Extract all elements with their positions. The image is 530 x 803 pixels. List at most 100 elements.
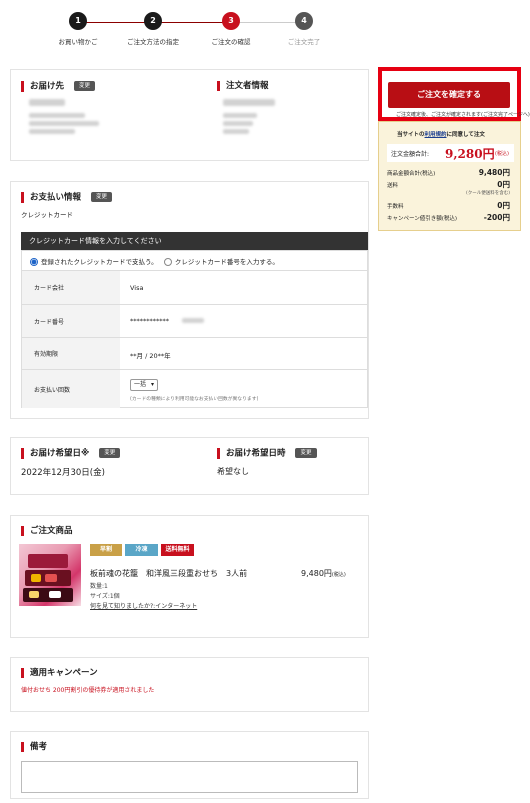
subtotal-value: 9,480円	[478, 168, 510, 177]
payment-method: クレジットカード	[21, 211, 73, 219]
campaign-panel: 適用キャンペーン 値付おせち 200円割引の優待券が適用されました	[10, 657, 369, 712]
change-delivery-time-button[interactable]: 変更	[295, 448, 317, 458]
product-quantity: 数量:1	[90, 583, 108, 590]
cc-row-company: カード会社 Visa	[22, 270, 367, 304]
discount-value: -200円	[483, 213, 510, 222]
step-number: 4	[295, 12, 313, 30]
terms-agreement: 当サイトの利用規約に同意して注文	[397, 132, 485, 138]
installments-select[interactable]: 一括 ▾	[130, 379, 158, 391]
redacted-name	[29, 99, 65, 106]
fee-value: 0円	[497, 201, 510, 210]
radio-registered-card[interactable]	[30, 258, 38, 266]
step-label: お買い物かご	[58, 38, 98, 46]
delivery-time-value: 希望なし	[217, 467, 249, 476]
fee-label: 手数料	[387, 204, 404, 210]
checkout-stepper: 1 お買い物かご 2 ご注文方法の指定 3 ご注文の確認 4 ご注文完了	[58, 12, 348, 50]
products-title: ご注文商品	[21, 526, 73, 536]
step-order-confirm: 3 ご注文の確認	[191, 12, 271, 46]
order-summary: 当サイトの利用規約に同意して注文 注文金額合計: 9,280円 (税込) 商品金…	[378, 121, 521, 231]
cc-expiry-label: 有効期限	[22, 338, 120, 369]
step-number: 1	[69, 12, 87, 30]
cc-expiry-value: **月 / 20**年	[130, 352, 171, 360]
product-size: サイズ:1個	[90, 593, 120, 600]
subtotal-label: 商品金額合計(税込)	[387, 171, 436, 177]
campaign-text: 値付おせち 200円割引の優待券が適用されました	[21, 687, 155, 694]
badge-frozen: 冷凍	[125, 544, 158, 556]
radio-new-label: クレジットカード番号を入力する。	[174, 258, 279, 266]
discount-label: キャンペーン値引き額(税込)	[387, 216, 458, 222]
step-cart: 1 お買い物かご	[38, 12, 118, 46]
redacted-address	[223, 113, 257, 118]
chevron-down-icon: ▾	[150, 381, 154, 388]
redacted-phone	[223, 129, 249, 134]
cc-header: クレジットカード情報を入力してください	[21, 232, 368, 250]
payment-panel: お支払い情報 変更 クレジットカード クレジットカード情報を入力してください 登…	[10, 181, 369, 419]
installments-note: (カードの種類により利用可能なお支払い回数が異なります)	[130, 397, 259, 402]
memo-panel: 備考	[10, 731, 369, 799]
step-order-method: 2 ご注文方法の指定	[113, 12, 193, 46]
delivery-title: お届け先	[30, 81, 65, 92]
shipping-label: 送料	[387, 183, 399, 189]
redacted-address	[29, 113, 85, 118]
radio-registered-label: 登録されたクレジットカードで支払う。	[41, 258, 158, 266]
step-number: 3	[222, 12, 240, 30]
delivery-panel: お届け先 変更 注文者情報	[10, 69, 369, 161]
memo-textarea[interactable]	[21, 761, 358, 793]
badge-early: 早割	[90, 544, 122, 556]
redacted-phone	[29, 129, 75, 134]
shipping-note: (クール便送料を含む)	[465, 191, 510, 196]
cc-number-value: ************	[130, 317, 169, 325]
terms-link[interactable]: 利用規約	[425, 132, 447, 138]
cc-installments-label: お支払い回数	[22, 370, 120, 408]
step-label: ご注文完了	[287, 38, 321, 46]
cc-form: 登録されたクレジットカードで支払う。 クレジットカード番号を入力する。 カード会…	[21, 250, 368, 408]
section-title: お届け希望日※ 変更	[21, 448, 121, 459]
survey-link[interactable]: 何を見て知りましたか?:インターネット	[90, 601, 197, 610]
product-image[interactable]	[19, 544, 81, 606]
section-title: お届け希望日時 変更	[217, 448, 317, 459]
confirm-subtext: ご注文確定後、ご注文が確定されます(ご注文完了ページへ)	[396, 112, 530, 118]
change-delivery-date-button[interactable]: 変更	[99, 448, 121, 458]
step-order-complete: 4 ご注文完了	[264, 12, 344, 46]
installments-value: 一括	[134, 381, 147, 388]
radio-new-card[interactable]	[163, 258, 172, 266]
delivery-date-panel: お届け希望日※ 変更 2022年12月30日(金) お届け希望日時 変更 希望な…	[10, 437, 369, 495]
shipping-value: 0円	[497, 180, 510, 189]
product-name[interactable]: 板前魂の花籠 和洋風三段重おせち 3人前	[90, 568, 247, 579]
cc-option-group: 登録されたクレジットカードで支払う。 クレジットカード番号を入力する。	[30, 256, 279, 266]
redacted-address	[223, 121, 253, 126]
change-payment-button[interactable]: 変更	[90, 192, 112, 202]
campaign-title: 適用キャンペーン	[21, 668, 98, 678]
cc-company-value: Visa	[130, 284, 144, 292]
badge-free-shipping: 送料無料	[161, 544, 194, 556]
products-panel: ご注文商品 早割 冷凍 送料無料 板前魂の花籠 和洋風三段重おせち 3人前 9,…	[10, 515, 369, 638]
product-price-tax: (税込)	[331, 572, 346, 578]
redacted-address	[29, 121, 99, 126]
confirm-order-button[interactable]: ご注文を確定する	[388, 82, 510, 108]
cc-row-number: カード番号 ************	[22, 304, 367, 337]
product-price-value: 9,480円	[301, 569, 332, 578]
redacted-card-digits	[182, 318, 204, 323]
step-label: ご注文の確認	[211, 38, 251, 46]
step-number: 2	[144, 12, 162, 30]
cc-row-installments: お支払い回数 一括 ▾ (カードの種類により利用可能なお支払い回数が異なります)	[22, 369, 367, 408]
total-label: 注文金額合計:	[391, 151, 430, 158]
delivery-date-value: 2022年12月30日(金)	[21, 468, 105, 478]
section-title: お支払い情報 変更	[21, 192, 112, 203]
delivery-time-title: お届け希望日時	[226, 448, 286, 459]
step-label: ご注文方法の指定	[127, 38, 179, 46]
cc-company-label: カード会社	[22, 271, 120, 304]
payment-title: お支払い情報	[30, 192, 82, 203]
total-value: 9,280円	[445, 147, 495, 161]
product-price: 9,480円(税込)	[301, 568, 346, 579]
total-tax: (税込)	[495, 151, 509, 157]
delivery-date-title: お届け希望日※	[30, 448, 90, 459]
memo-title: 備考	[21, 742, 47, 752]
section-title: お届け先 変更	[21, 81, 95, 92]
cc-row-expiry: 有効期限 **月 / 20**年	[22, 337, 367, 369]
redacted-name	[223, 99, 275, 106]
orderer-title: 注文者情報	[217, 81, 269, 91]
change-delivery-button[interactable]: 変更	[73, 81, 95, 91]
order-total: 注文金額合計: 9,280円 (税込)	[387, 144, 514, 162]
cc-number-label: カード番号	[22, 305, 120, 337]
